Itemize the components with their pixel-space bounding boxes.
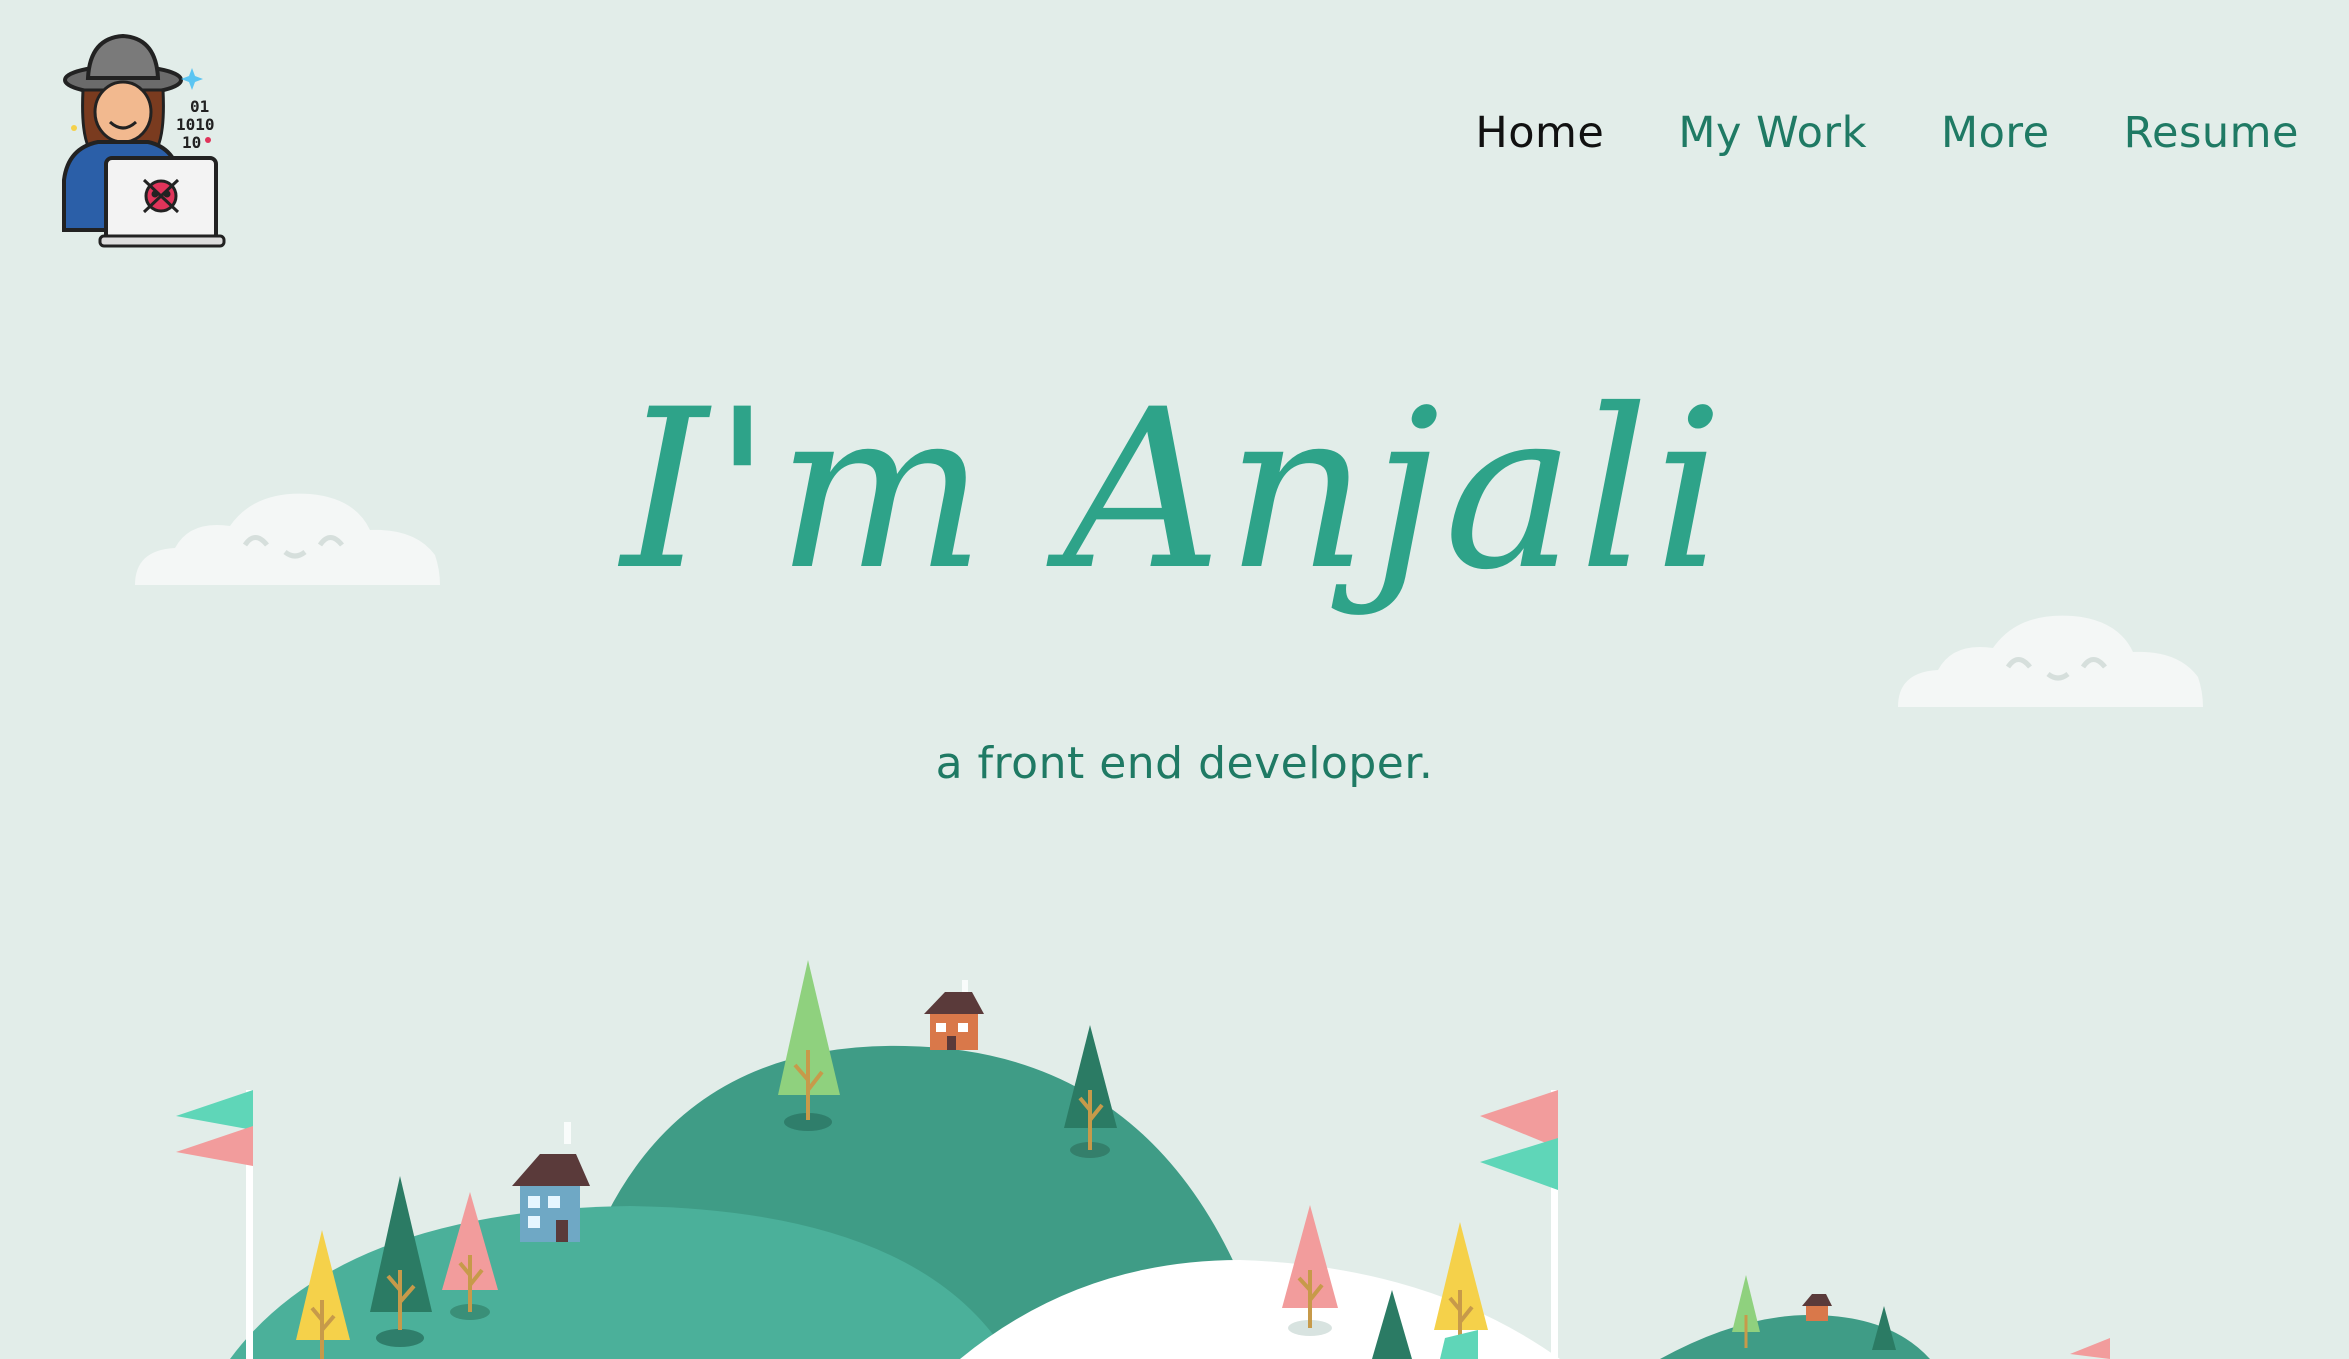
landscape-illustration bbox=[176, 960, 2110, 1359]
binary-line-1: 01 bbox=[190, 97, 209, 116]
house-icon bbox=[1802, 1294, 1832, 1321]
nav-my-work[interactable]: My Work bbox=[1678, 108, 1867, 158]
cloud-icon bbox=[1898, 615, 2203, 707]
house-icon bbox=[512, 1122, 590, 1242]
flag-icon bbox=[2070, 1338, 2110, 1359]
nav-home[interactable]: Home bbox=[1475, 108, 1604, 158]
main-nav: Home My Work More Resume bbox=[1475, 108, 2299, 158]
nav-more[interactable]: More bbox=[1941, 108, 2050, 158]
hero-subtitle: a front end developer. bbox=[935, 738, 1434, 789]
page: 01 1010 10 Home My Work More Resume I'm … bbox=[0, 0, 2349, 1359]
flag-icon bbox=[176, 1090, 253, 1359]
hero-title: I'm Anjali bbox=[621, 362, 1728, 618]
binary-line-2: 1010 bbox=[176, 115, 215, 134]
binary-line-3: 10 bbox=[182, 133, 201, 152]
hacker-avatar-icon[interactable]: 01 1010 10 bbox=[58, 30, 230, 252]
house-icon bbox=[924, 980, 984, 1050]
nav-resume[interactable]: Resume bbox=[2124, 108, 2299, 158]
